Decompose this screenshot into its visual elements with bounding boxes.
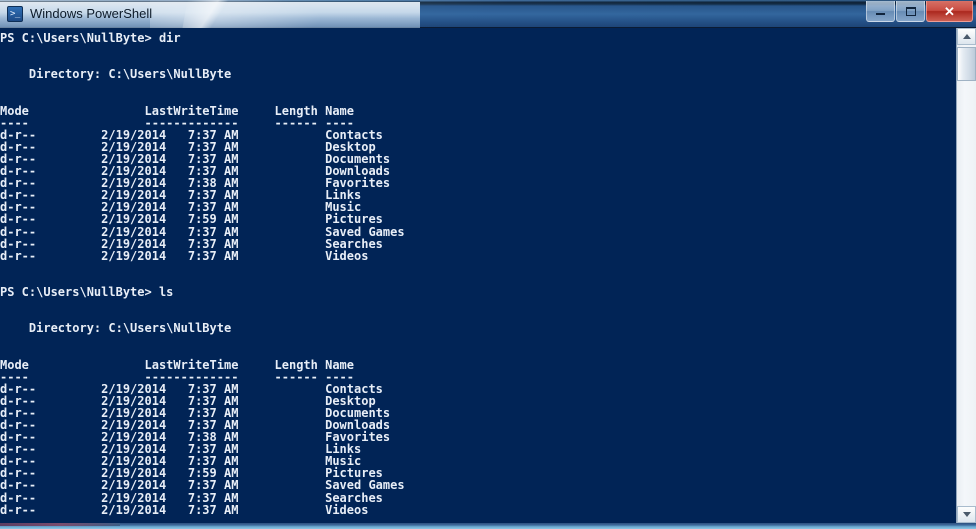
directory-header-dir: Directory: C:\Users\NullByte: [0, 67, 232, 82]
minimize-icon: [867, 1, 894, 21]
window-controls: ✕: [865, 1, 973, 23]
scrollbar-thumb[interactable]: [957, 47, 976, 81]
console-text-buffer: PS C:\Users\NullByte> dir Directory: C:\…: [0, 28, 956, 516]
directory-header-ls: Directory: C:\Users\NullByte: [0, 321, 232, 336]
chevron-down-icon: [962, 512, 971, 517]
table-row: d-r-- 2/19/2014 7:37 AM Saved Games: [0, 224, 405, 239]
powershell-window: >_ Windows PowerShell ✕ PS C:\Users\Null…: [0, 0, 976, 529]
powershell-prompt-icon: >_: [7, 6, 23, 22]
close-icon: ✕: [944, 3, 955, 19]
table-row: d-r-- 2/19/2014 7:37 AM Videos: [0, 248, 369, 263]
maximize-button[interactable]: [896, 1, 925, 22]
window-bottom-frame-accent: [0, 523, 120, 526]
table-row: d-r-- 2/19/2014 7:37 AM Searches: [0, 490, 383, 505]
column-separator-dir: ---- ------------- ------ ----: [0, 115, 355, 130]
maximize-icon: [897, 1, 924, 21]
window-bottom-frame: [0, 523, 976, 529]
chevron-up-icon: [962, 34, 971, 39]
prompt-line-dir: PS C:\Users\NullByte> dir: [0, 31, 181, 45]
vertical-scrollbar[interactable]: [956, 28, 976, 523]
minimize-button[interactable]: [866, 1, 895, 22]
window-title: Windows PowerShell: [30, 6, 153, 21]
powershell-icon-glyph: >_: [10, 9, 20, 19]
prompt-line-ls: PS C:\Users\NullByte> ls: [0, 284, 174, 299]
column-header-dir: Mode LastWriteTime Length Name: [0, 103, 355, 118]
table-row: d-r-- 2/19/2014 7:59 AM Pictures: [0, 212, 383, 227]
scroll-up-button[interactable]: [957, 28, 976, 45]
table-row: d-r-- 2/19/2014 7:37 AM Videos: [0, 502, 369, 517]
table-row: d-r-- 2/19/2014 7:37 AM Searches: [0, 236, 383, 251]
table-row: d-r-- 2/19/2014 7:37 AM Contacts: [0, 381, 383, 396]
column-separator-ls: ---- ------------- ------ ----: [0, 369, 355, 384]
close-button[interactable]: ✕: [926, 1, 973, 22]
column-header-ls: Mode LastWriteTime Length Name: [0, 357, 355, 372]
aero-highlight-streak: [182, 0, 244, 28]
console-output-area[interactable]: PS C:\Users\NullByte> dir Directory: C:\…: [0, 28, 956, 523]
table-row: d-r-- 2/19/2014 7:37 AM Saved Games: [0, 478, 405, 493]
title-bar[interactable]: >_ Windows PowerShell ✕: [0, 0, 976, 34]
scroll-down-button[interactable]: [957, 506, 976, 523]
